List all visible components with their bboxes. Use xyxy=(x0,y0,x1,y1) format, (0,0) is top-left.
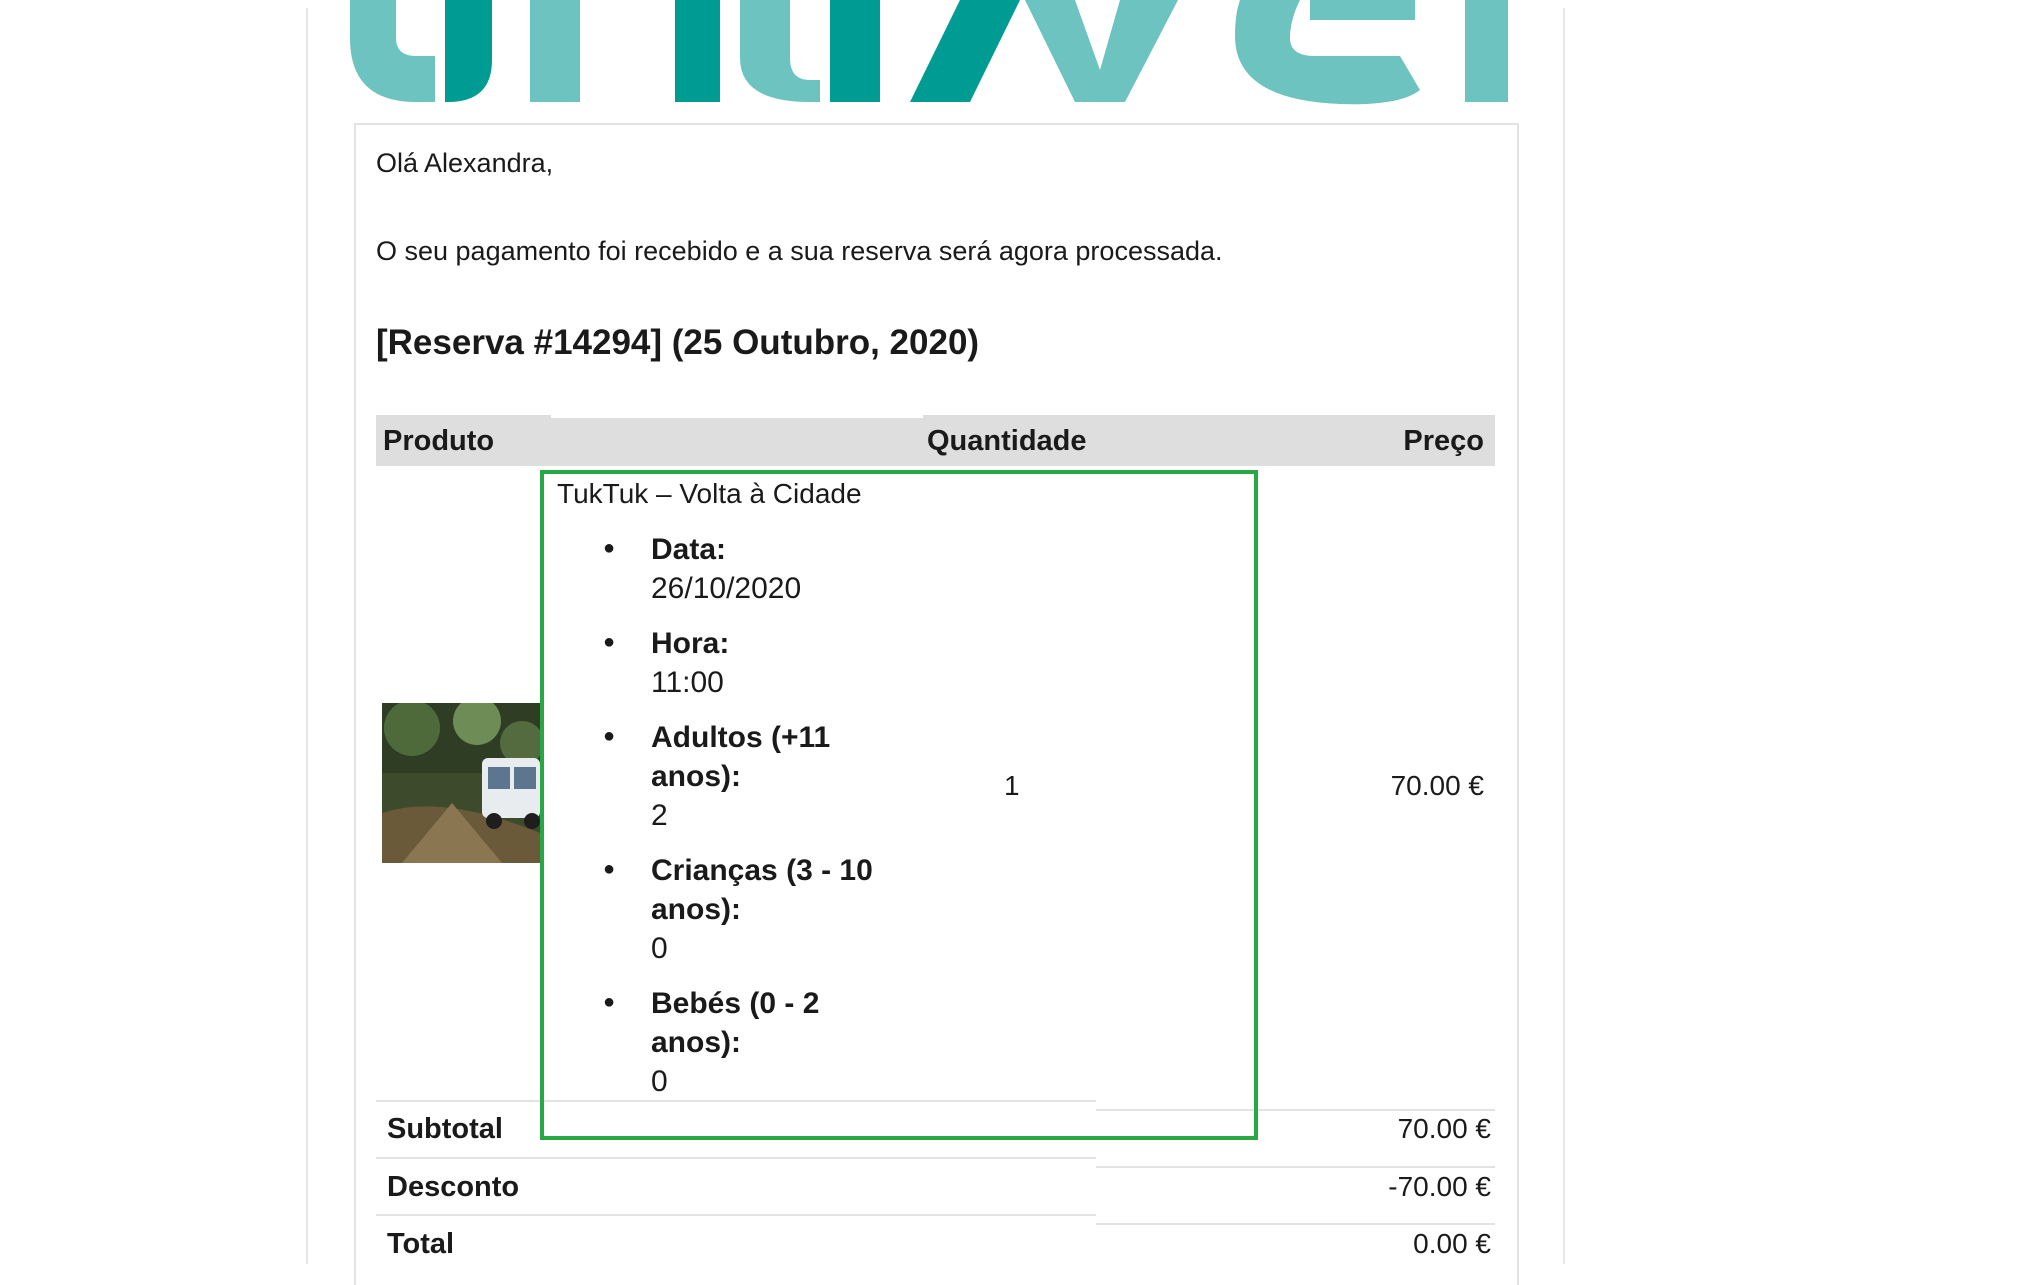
detail-label-time: Hora: xyxy=(651,627,730,660)
row-divider xyxy=(376,1100,1096,1102)
total-label: Total xyxy=(387,1228,455,1260)
bullet-icon: ● xyxy=(603,537,616,559)
bullet-icon: ● xyxy=(603,858,616,880)
detail-label-babies: Bebés (0 - 2 anos): xyxy=(651,987,820,1059)
item-quantity: 1 xyxy=(1004,770,1020,801)
greeting-text: Olá Alexandra, xyxy=(376,148,554,178)
detail-value-children: 0 xyxy=(651,932,668,965)
detail-value-adults: 2 xyxy=(651,799,668,832)
detail-label-children: Crianças (3 - 10 anos): xyxy=(651,854,873,926)
email-frame-right xyxy=(1563,8,1565,1264)
item-price: 70.00 € xyxy=(1390,770,1484,801)
product-name: TukTuk – Volta à Cidade xyxy=(557,478,862,509)
row-divider xyxy=(1096,1223,1495,1225)
brand-logo xyxy=(350,0,1508,105)
bullet-icon: ● xyxy=(603,991,616,1013)
total-value: 0.00 € xyxy=(1413,1228,1491,1259)
subtotal-value: 70.00 € xyxy=(1397,1113,1491,1144)
row-divider xyxy=(1096,1109,1495,1111)
payment-message: O seu pagamento foi recebido e a sua res… xyxy=(376,236,1223,266)
row-divider xyxy=(1096,1166,1495,1168)
row-divider xyxy=(376,1157,1096,1159)
subtotal-label: Subtotal xyxy=(387,1113,503,1145)
discount-label: Desconto xyxy=(387,1171,520,1203)
table-header-bg xyxy=(551,418,923,466)
detail-value-babies: 0 xyxy=(651,1065,668,1098)
row-divider xyxy=(376,1214,1096,1216)
product-thumbnail xyxy=(382,703,540,863)
detail-label-adults: Adultos (+11 anos): xyxy=(651,721,831,793)
header-price: Preço xyxy=(1403,425,1484,457)
bullet-icon: ● xyxy=(603,725,616,747)
detail-value-date: 26/10/2020 xyxy=(651,572,802,605)
header-product: Produto xyxy=(383,425,495,457)
header-quantity: Quantidade xyxy=(927,425,1087,457)
order-heading: [Reserva #14294] (25 Outubro, 2020) xyxy=(376,323,980,362)
discount-value: -70.00 € xyxy=(1388,1171,1491,1202)
email-frame-left xyxy=(306,8,308,1264)
bullet-icon: ● xyxy=(603,631,616,653)
detail-label-date: Data: xyxy=(651,533,727,566)
detail-value-time: 11:00 xyxy=(651,666,724,699)
